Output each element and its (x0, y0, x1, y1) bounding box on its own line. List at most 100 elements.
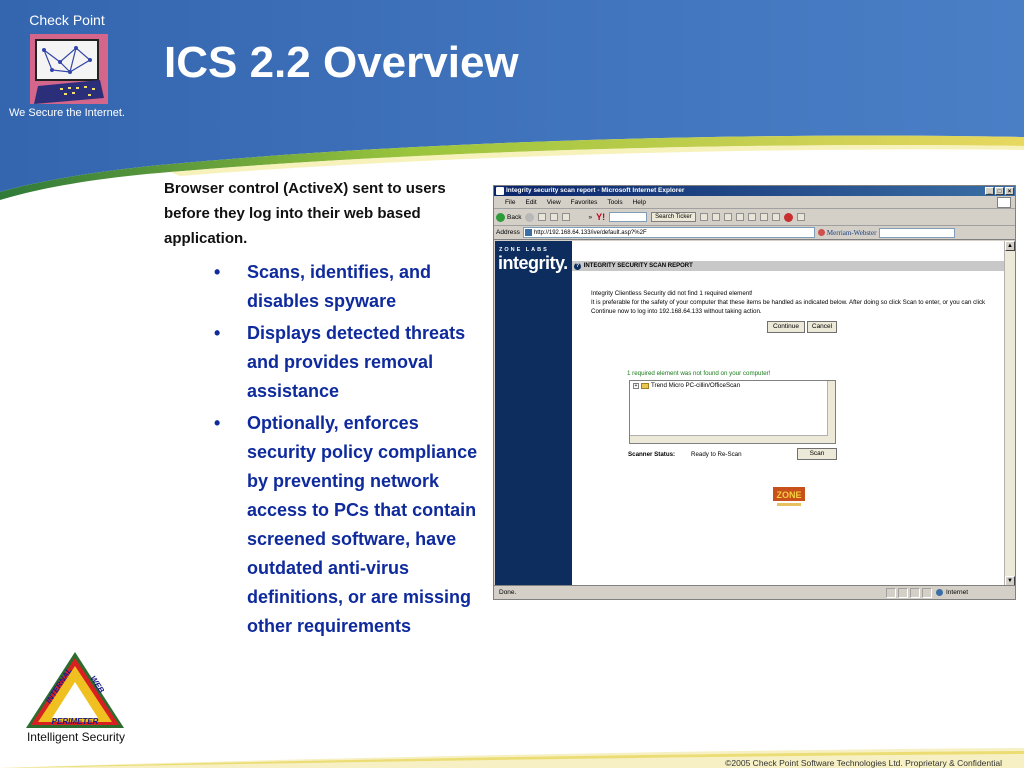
status-text: Done. (499, 589, 517, 596)
scan-report-header: ? INTEGRITY SECURITY SCAN REPORT (572, 261, 1004, 271)
toolbar-icon-3[interactable] (723, 213, 732, 221)
scanner-status-label: Scanner Status: (628, 451, 676, 458)
toolbar-icon-8[interactable] (783, 212, 793, 222)
bullet-item: • Optionally, enforces security policy co… (214, 409, 484, 641)
maximize-button[interactable]: □ (995, 187, 1004, 195)
dictionary-icon (817, 229, 825, 236)
merriam-webster-toolbar[interactable]: Merriam-Webster (817, 228, 877, 237)
triangle-label-perimeter: PERIMETER (52, 717, 99, 726)
search-ticker-button[interactable]: Search Ticker (651, 212, 696, 222)
status-zone: Internet (946, 589, 969, 596)
menu-file[interactable]: File (500, 199, 520, 206)
status-section (910, 587, 920, 598)
copyright-notice: ©2005 Check Point Software Technologies … (725, 758, 1002, 768)
scan-message: Integrity Clientless Security did not fi… (591, 289, 991, 316)
expand-icon[interactable]: + (633, 382, 639, 389)
intro-text: Browser control (ActiveX) sent to users … (164, 180, 446, 247)
internet-zone-icon (936, 589, 943, 596)
tree-horizontal-scrollbar[interactable] (630, 435, 828, 443)
yahoo-search-input[interactable] (609, 212, 648, 222)
back-button[interactable]: Back (496, 212, 522, 222)
status-section (886, 587, 896, 598)
security-triangle-icon: INTERNAL WEB PERIMETER (26, 652, 124, 728)
bullet-dot-icon: • (214, 413, 221, 433)
yahoo-icon[interactable]: Y! (596, 212, 605, 222)
brand-name: Check Point (29, 12, 105, 28)
page-vertical-scrollbar[interactable]: ▲ ▼ (1004, 241, 1015, 586)
address-url: http://192.168.64.133/ive/default.asp?%2… (533, 230, 647, 236)
menu-help[interactable]: Help (628, 199, 651, 206)
menu-bar: File Edit View Favorites Tools Help (494, 196, 1015, 209)
brand-tagline: We Secure the Internet. (9, 107, 125, 119)
toolbar-icon-4[interactable] (735, 213, 744, 221)
bullet-list: • Scans, identifies, and disables spyware… (214, 258, 484, 644)
windows-logo-icon (997, 197, 1011, 208)
stop-icon[interactable] (538, 213, 547, 221)
menu-tools[interactable]: Tools (602, 199, 627, 206)
address-bar: Address http://192.168.64.133/ive/defaul… (494, 226, 1015, 240)
back-label: Back (507, 213, 522, 221)
header-banner (0, 0, 1024, 200)
scanner-status-value: Ready to Re-Scan (691, 451, 742, 458)
window-title: Integrity security scan report - Microso… (506, 187, 685, 194)
zone-logo-text: ZONE (776, 490, 801, 500)
dictionary-label: Merriam-Webster (826, 228, 877, 237)
menu-favorites[interactable]: Favorites (566, 199, 603, 206)
scan-button[interactable]: Scan (797, 448, 837, 460)
bullet-dot-icon: • (214, 323, 221, 343)
menu-view[interactable]: View (542, 199, 566, 206)
integrity-sidebar: ZONE LABS integrity. (495, 241, 572, 586)
status-bar: Done. Internet (494, 585, 1015, 599)
intelligent-security-logo: INTERNAL WEB PERIMETER Intelligent Secur… (20, 648, 132, 748)
refresh-icon[interactable] (550, 213, 559, 221)
cancel-button[interactable]: Cancel (807, 321, 837, 333)
tree-row[interactable]: + Trend Micro PC-cillin/OfficeScan (630, 381, 835, 390)
tree-list[interactable]: + Trend Micro PC-cillin/OfficeScan (629, 380, 836, 444)
message-line-1: Integrity Clientless Security did not fi… (591, 290, 753, 297)
address-label: Address (496, 229, 520, 236)
toolbar-icon-5[interactable] (747, 213, 756, 221)
integrity-logo: integrity. (498, 253, 568, 273)
folder-icon (641, 382, 649, 389)
browser-window: Integrity security scan report - Microso… (493, 185, 1016, 600)
minimize-button[interactable]: _ (985, 187, 994, 195)
slide-title: ICS 2.2 Overview (164, 38, 519, 87)
scroll-up-icon[interactable]: ▲ (1005, 241, 1015, 251)
toolbar-icon-9[interactable] (796, 213, 805, 221)
tree-item-label: Trend Micro PC-cillin/OfficeScan (651, 382, 741, 389)
page-icon (524, 229, 532, 236)
forward-arrow-icon[interactable] (525, 212, 535, 222)
status-section (922, 587, 932, 598)
info-icon: ? (574, 263, 581, 270)
page-content: ZONE LABS integrity. ? INTEGRITY SECURIT… (495, 241, 1004, 586)
toolbar-chevron[interactable]: » (588, 214, 592, 221)
required-notice: 1 required element was not found on your… (627, 370, 771, 377)
bullet-text: Scans, identifies, and disables spyware (247, 262, 432, 311)
toolbar-icon-2[interactable] (711, 213, 720, 221)
continue-button[interactable]: Continue (767, 321, 805, 333)
menu-edit[interactable]: Edit (520, 199, 541, 206)
bullet-item: • Scans, identifies, and disables spyware (214, 258, 484, 316)
window-titlebar: Integrity security scan report - Microso… (494, 186, 1015, 196)
status-section (898, 587, 908, 598)
message-line-2: It is preferable for the safety of your … (591, 299, 986, 306)
toolbar-icon-6[interactable] (759, 213, 768, 221)
toolbar-icon-7[interactable] (771, 213, 780, 221)
message-line-3: Continue now to log into 192.168.64.133 … (591, 308, 762, 315)
bullet-text: Displays detected threats and provides r… (247, 323, 466, 401)
dictionary-input[interactable] (879, 227, 956, 238)
tree-vertical-scrollbar[interactable] (827, 381, 835, 443)
bullet-dot-icon: • (214, 262, 221, 282)
toolbar: Back » Y! Search Ticker (494, 209, 1015, 226)
close-button[interactable]: × (1005, 187, 1014, 195)
back-arrow-icon (496, 212, 505, 222)
toolbar-icon-1[interactable] (699, 213, 708, 221)
check-point-logo: Check Point We Secure the Internet. (6, 12, 128, 122)
bullet-item: • Displays detected threats and provides … (214, 319, 484, 406)
ie-icon (496, 187, 504, 195)
bullet-text: Optionally, enforces security policy com… (247, 413, 478, 636)
address-input[interactable]: http://192.168.64.133/ive/default.asp?%2… (522, 227, 815, 238)
zone-labs-logo-icon: ZONE (773, 487, 805, 506)
home-icon[interactable] (562, 213, 571, 221)
monitor-logo-icon (30, 34, 108, 104)
